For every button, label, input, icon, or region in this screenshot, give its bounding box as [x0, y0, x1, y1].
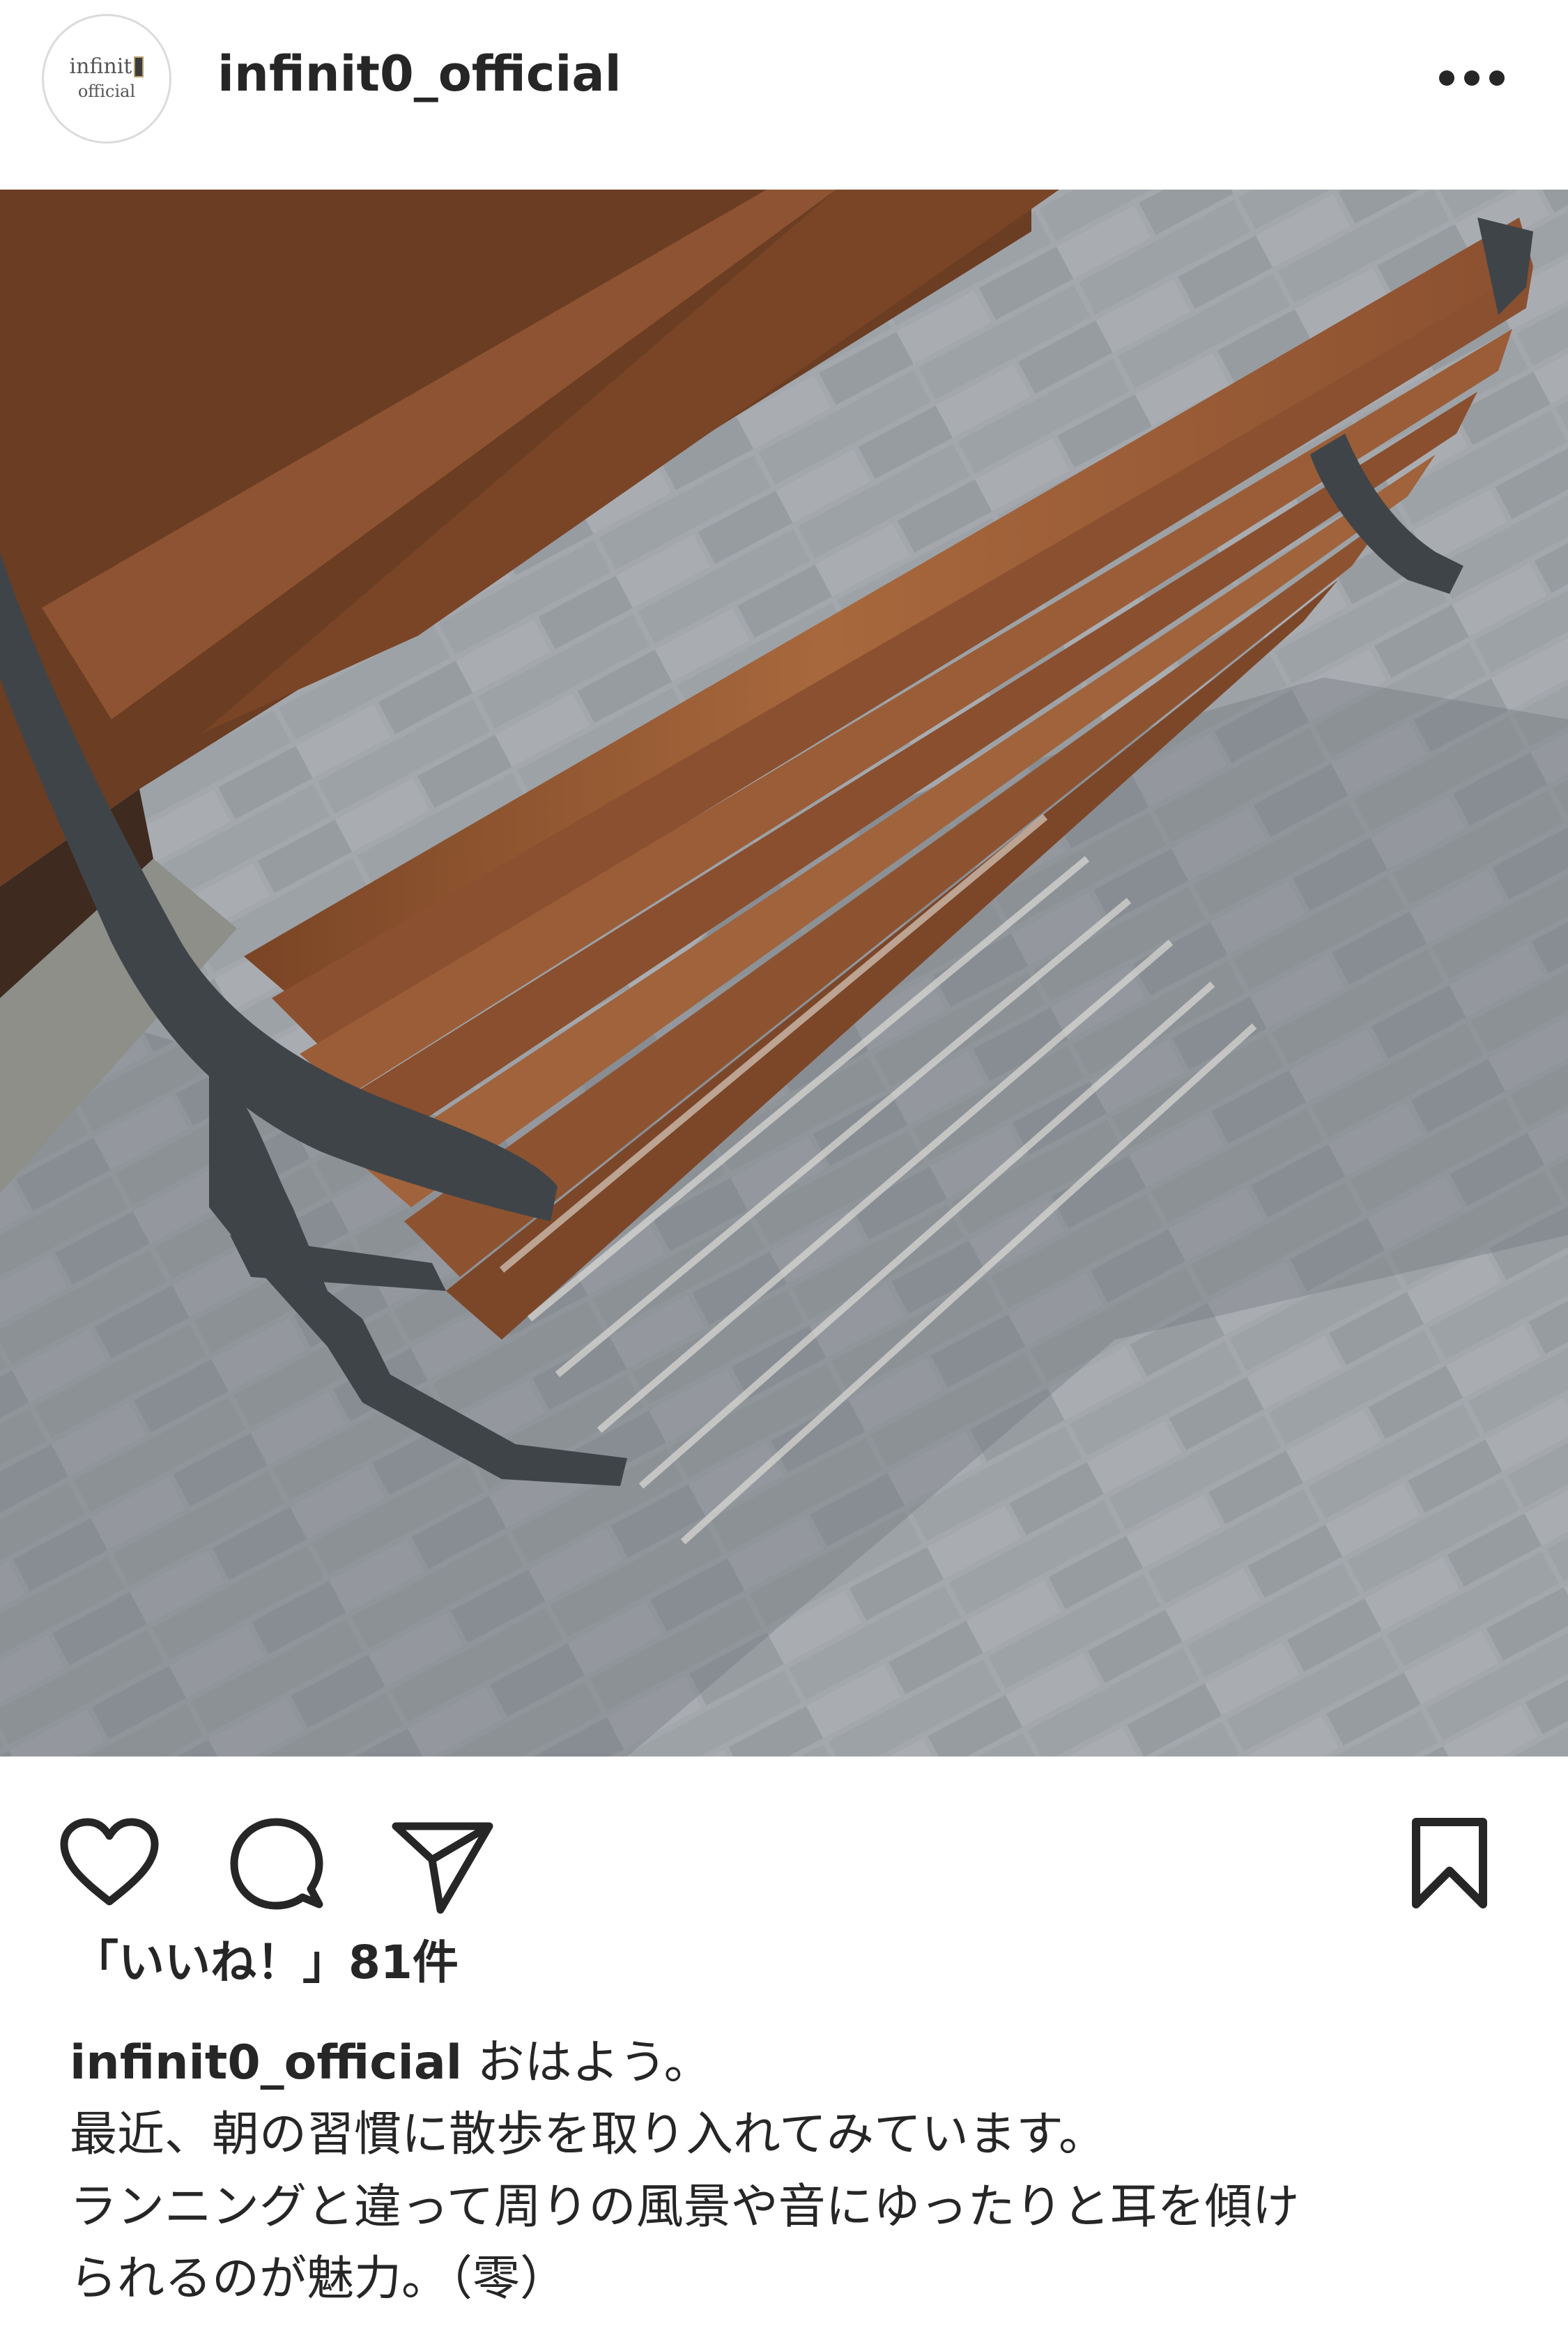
caption-first-line: infinit0_official おはよう。	[70, 2027, 1519, 2099]
avatar-logo: infinit	[70, 56, 144, 77]
heart-icon[interactable]	[59, 1816, 160, 1910]
more-options-icon[interactable]	[1436, 64, 1508, 92]
caption-greeting: おはよう。	[477, 2035, 712, 2090]
avatar-sub-text: official	[77, 82, 136, 101]
caption-line-3: ランニングと違って周りの風景や音にゆったりと耳を傾け	[70, 2179, 1300, 2235]
avatar[interactable]: infinit official	[42, 14, 171, 144]
post-photo[interactable]	[0, 190, 1568, 1756]
post-header: infinit official infinit0_official	[0, 0, 1568, 190]
avatar-brand-mark	[134, 56, 144, 77]
post-caption: infinit0_official おはよう。 最近、朝の習慣に散歩を取り入れて…	[70, 2027, 1519, 2315]
caption-line-4: られるのが魅力。（零）	[70, 2251, 568, 2307]
caption-line-2: 最近、朝の習慣に散歩を取り入れてみています。	[70, 2107, 1107, 2163]
likes-count[interactable]: 「いいね！」81件	[72, 1935, 459, 1990]
caption-username[interactable]: infinit0_official	[70, 2035, 462, 2090]
bookmark-icon[interactable]	[1409, 1816, 1490, 1913]
post-username[interactable]: infinit0_official	[217, 45, 622, 103]
post-actions	[0, 1756, 1568, 1966]
avatar-brand-text: infinit	[69, 54, 132, 79]
comment-icon[interactable]	[229, 1816, 326, 1917]
paper-plane-icon[interactable]	[390, 1818, 495, 1918]
